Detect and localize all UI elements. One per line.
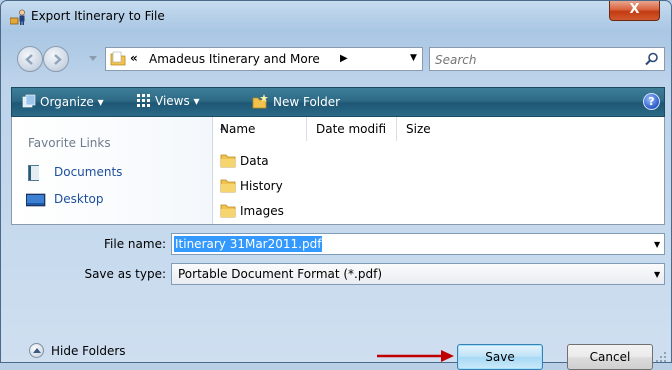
title-bar: Export Itinerary to File X bbox=[1, 1, 671, 31]
address-bar[interactable]: « Amadeus Itinerary and More ▶ ▼ bbox=[105, 47, 423, 71]
resize-grip-icon[interactable] bbox=[655, 351, 667, 363]
save-button[interactable]: Save bbox=[457, 344, 543, 370]
annotation-arrow-icon bbox=[377, 350, 454, 362]
folder-icon bbox=[220, 179, 236, 193]
folder-icon bbox=[220, 204, 236, 218]
breadcrumb-overflow[interactable]: « bbox=[130, 51, 138, 65]
save-form: File name: Itinerary 31Mar2011.pdf ▼ Sav… bbox=[11, 227, 665, 299]
save-type-label: Save as type: bbox=[84, 267, 166, 281]
organize-label: Organize ▾ bbox=[40, 95, 104, 109]
back-button[interactable] bbox=[17, 46, 43, 72]
search-icon[interactable] bbox=[645, 52, 659, 66]
folder-icon bbox=[110, 51, 126, 66]
navigation-pane: Favorite Links Documents Desktop bbox=[12, 117, 213, 224]
file-list: ▲ Name Date modifi Size Data History Ima… bbox=[212, 117, 664, 224]
export-dialog: Export Itinerary to File X « Amadeus Iti… bbox=[0, 0, 672, 370]
new-folder-button[interactable]: New Folder bbox=[252, 94, 340, 109]
column-header-label: Size bbox=[406, 122, 431, 136]
favorite-item-label: Desktop bbox=[54, 192, 104, 206]
column-header-label: Date modifi bbox=[316, 122, 387, 136]
save-type-value: Portable Document Format (*.pdf) bbox=[178, 267, 383, 281]
file-name-label: File name: bbox=[104, 237, 166, 251]
address-dropdown-icon[interactable]: ▼ bbox=[410, 53, 417, 63]
list-item-label: Images bbox=[240, 204, 284, 218]
help-icon[interactable]: ? bbox=[643, 93, 660, 110]
views-label: Views ▾ bbox=[155, 94, 200, 108]
file-name-dropdown-icon[interactable]: ▼ bbox=[654, 240, 660, 249]
forward-arrow-icon bbox=[54, 54, 62, 65]
column-header-date-modified[interactable]: Date modifi bbox=[308, 117, 397, 141]
search-input[interactable] bbox=[433, 50, 637, 70]
organize-menu[interactable]: Organize ▾ bbox=[22, 94, 104, 109]
views-menu[interactable]: Views ▾ bbox=[137, 94, 200, 108]
command-toolbar: Organize ▾ Views ▾ New Folder ? bbox=[11, 87, 665, 117]
new-folder-icon bbox=[252, 94, 268, 109]
back-arrow-icon bbox=[25, 54, 33, 65]
file-name-field[interactable]: Itinerary 31Mar2011.pdf ▼ bbox=[171, 233, 665, 255]
organize-icon bbox=[22, 94, 36, 108]
new-folder-label: New Folder bbox=[273, 95, 341, 109]
column-header-size[interactable]: Size bbox=[398, 117, 478, 141]
breadcrumb-chevron-icon[interactable]: ▶ bbox=[340, 53, 348, 64]
search-box[interactable] bbox=[429, 47, 665, 71]
save-type-select[interactable]: Portable Document Format (*.pdf) ▼ bbox=[171, 263, 665, 285]
close-button[interactable]: X bbox=[609, 1, 660, 21]
list-item-label: Data bbox=[240, 154, 269, 168]
breadcrumb-path[interactable]: Amadeus Itinerary and More bbox=[149, 52, 320, 66]
desktop-icon bbox=[26, 193, 46, 207]
collapse-up-icon bbox=[29, 343, 44, 358]
favorite-item-label: Documents bbox=[54, 165, 123, 179]
views-icon bbox=[137, 94, 150, 107]
folder-browser: Favorite Links Documents Desktop ▲ Name … bbox=[11, 117, 665, 225]
file-name-value[interactable]: Itinerary 31Mar2011.pdf bbox=[174, 236, 323, 252]
itinerary-app-icon bbox=[10, 9, 25, 25]
favorite-links-heading: Favorite Links bbox=[28, 136, 111, 150]
documents-icon bbox=[28, 165, 39, 181]
save-type-dropdown-icon[interactable]: ▼ bbox=[654, 270, 660, 279]
forward-button[interactable] bbox=[43, 46, 69, 72]
folder-icon bbox=[220, 154, 236, 168]
column-header-label: Name bbox=[220, 122, 256, 136]
list-item-label: History bbox=[240, 179, 283, 193]
window-title: Export Itinerary to File bbox=[31, 9, 165, 23]
hide-folders-label: Hide Folders bbox=[51, 344, 126, 358]
recent-pages-dropdown-icon[interactable] bbox=[89, 56, 97, 62]
cancel-button[interactable]: Cancel bbox=[567, 344, 653, 370]
column-header-name[interactable]: ▲ Name bbox=[212, 117, 307, 141]
